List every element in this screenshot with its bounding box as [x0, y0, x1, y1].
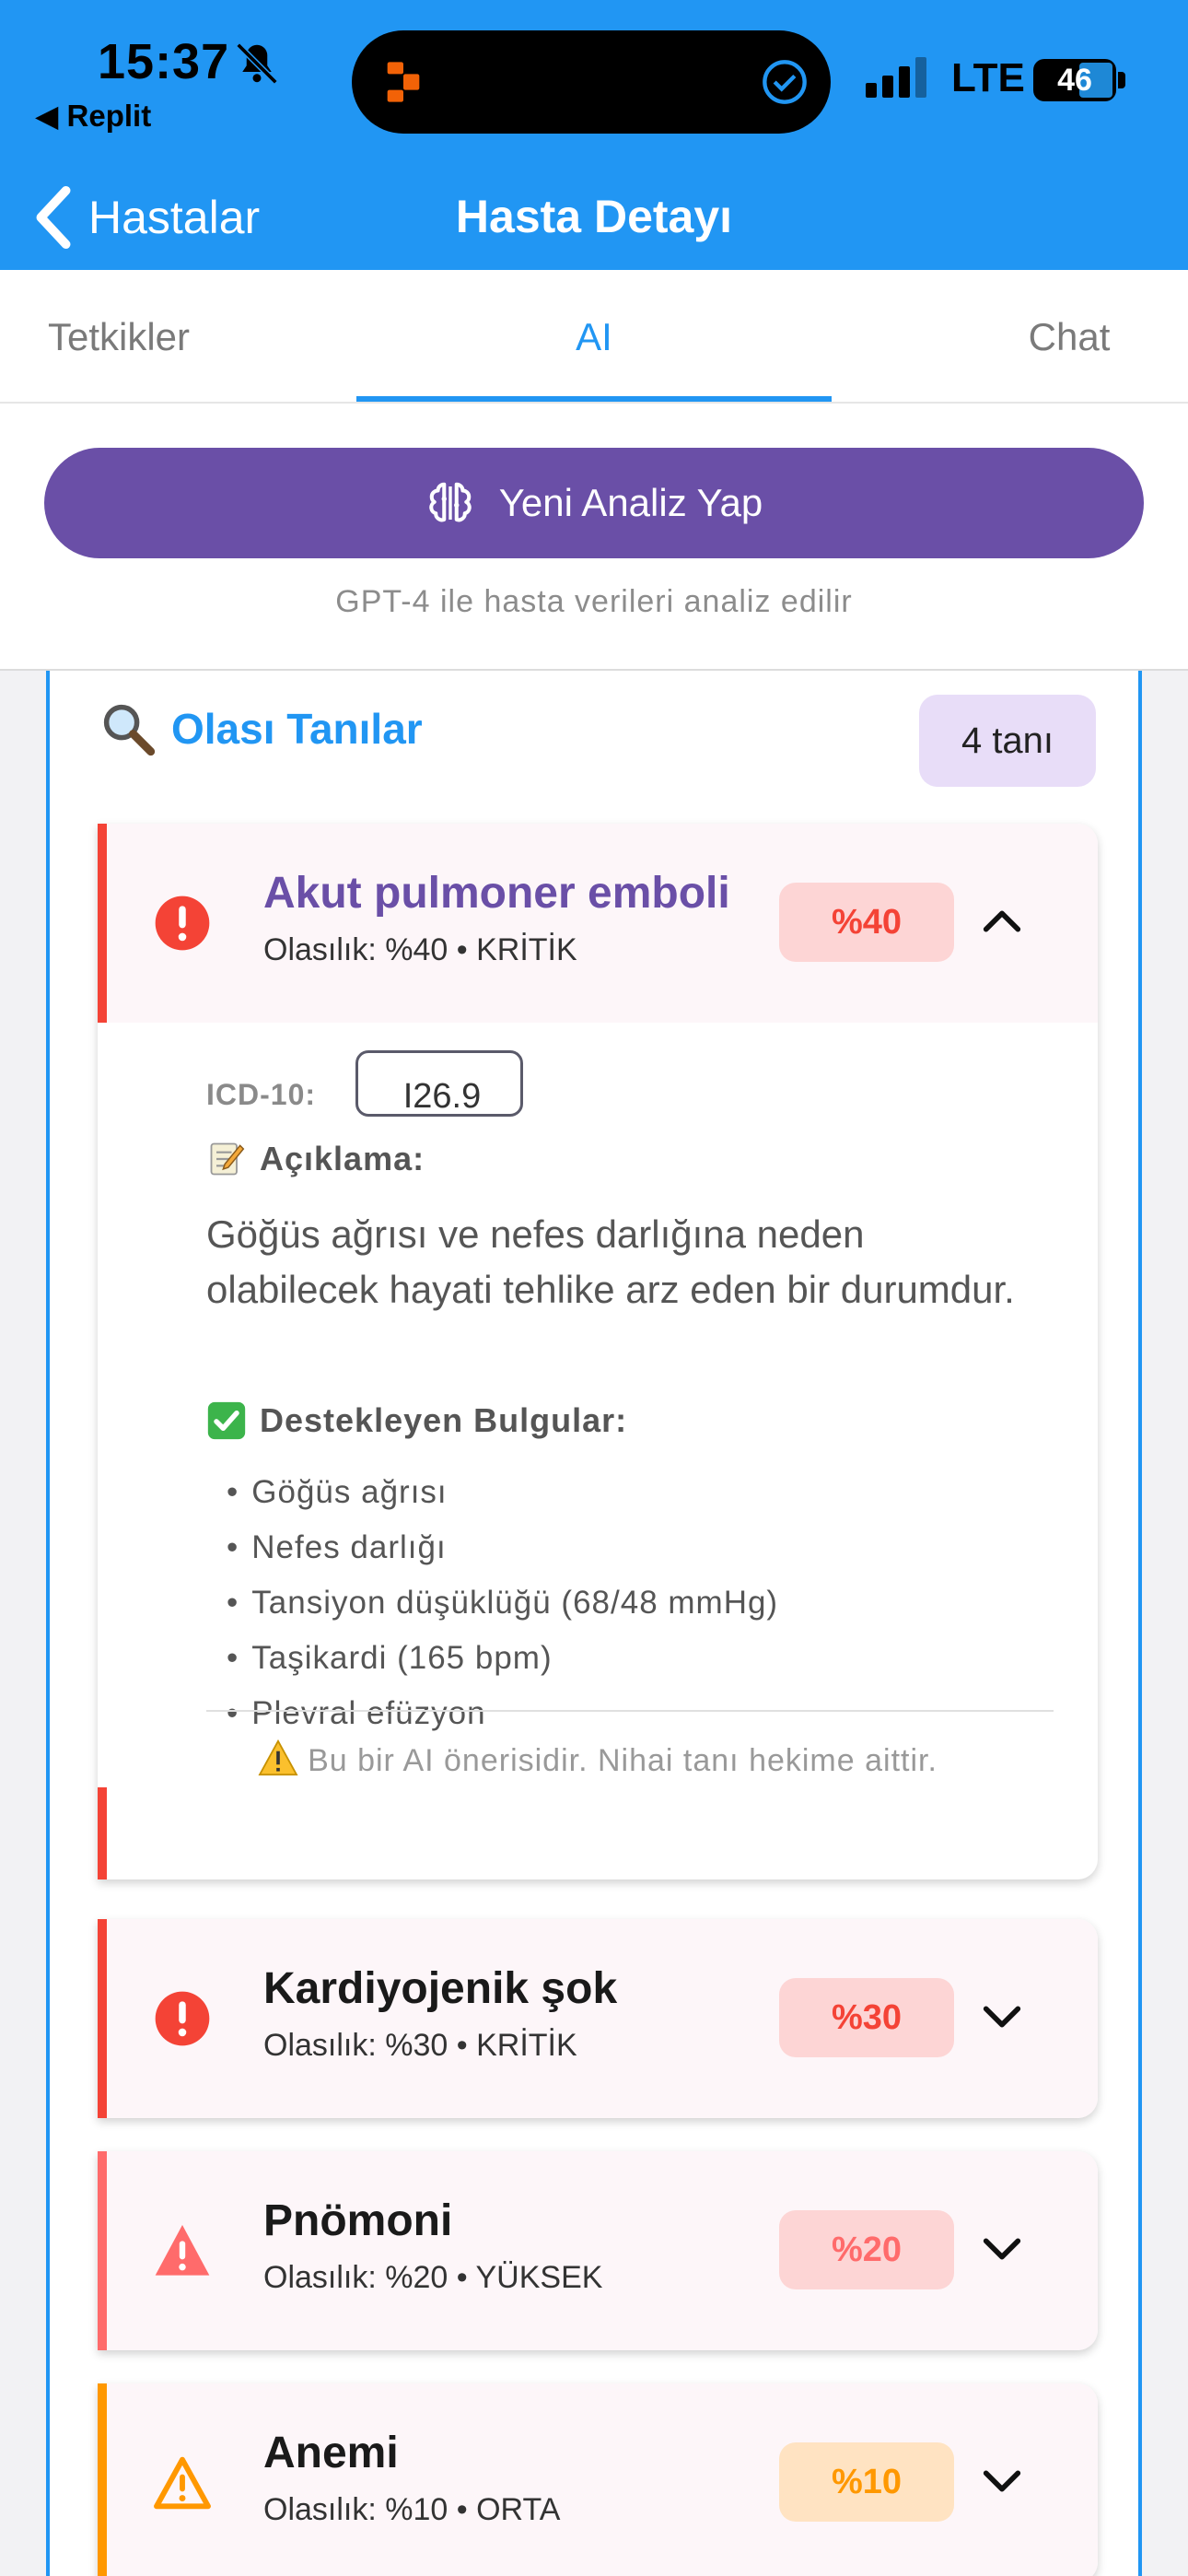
diagnoses-title: Olası Tanılar — [171, 705, 423, 753]
diagnosis-item[interactable]: Kardiyojenik şok Olasılık: %30 • KRİTİK … — [98, 1919, 1098, 2118]
dynamic-island — [352, 30, 831, 134]
icd-code-field: I26.9 — [355, 1050, 523, 1117]
magnifier-icon — [103, 704, 156, 756]
probability-badge: %30 — [779, 1978, 954, 2057]
tab-tetkikler[interactable]: Tetkikler — [0, 270, 238, 404]
active-tab-indicator — [356, 396, 832, 402]
diagnosis-details: ICD-10: I26.9 Açıklama: Göğüs ağrısı ve … — [98, 1023, 1098, 1787]
diagnosis-name: Kardiyojenik şok — [263, 1964, 618, 2013]
diagnosis-header[interactable]: Anemi Olasılık: %10 • ORTA %10 — [98, 2383, 1098, 2576]
diagnosis-name: Akut pulmoner emboli — [263, 869, 730, 918]
findings-title: Destekleyen Bulgular: — [260, 1401, 628, 1439]
chevron-down-icon[interactable] — [978, 1993, 1026, 2041]
finding-item: Nefes darlığı — [227, 1520, 778, 1575]
battery-tip — [1118, 72, 1125, 88]
warning-icon — [258, 1739, 298, 1776]
description-title: Açıklama: — [260, 1140, 425, 1177]
bell-muted-icon — [236, 42, 278, 85]
check-circle-icon — [763, 60, 807, 104]
finding-item: Tansiyon düşüklüğü (68/48 mmHg) — [227, 1575, 778, 1631]
alert-circle-icon — [155, 1991, 210, 2046]
diagnosis-item[interactable]: Pnömoni Olasılık: %20 • YÜKSEK %20 — [98, 2151, 1098, 2350]
ai-disclaimer-text: Bu bir AI önerisidir. Nihai tanı hekime … — [308, 1743, 938, 1778]
diagnosis-name: Pnömoni — [263, 2196, 453, 2245]
findings-list: Göğüs ağrısı Nefes darlığı Tansiyon düşü… — [227, 1465, 778, 1741]
diagnosis-name: Anemi — [263, 2429, 399, 2477]
chevron-down-icon[interactable] — [978, 2457, 1026, 2505]
back-to-app-link[interactable]: ◀ Replit — [35, 98, 151, 134]
check-mark-icon — [207, 1401, 246, 1440]
severity-bar — [98, 1919, 107, 2118]
diagnosis-item[interactable]: Anemi Olasılık: %10 • ORTA %10 — [98, 2383, 1098, 2576]
status-time: 15:37 — [98, 34, 230, 89]
diagnosis-description: Göğüs ağrısı ve nefes darlığına neden ol… — [206, 1212, 1015, 1311]
brain-icon — [429, 482, 472, 522]
icd-label: ICD-10: — [206, 1078, 317, 1111]
finding-item: Göğüs ağrısı — [227, 1465, 778, 1520]
tab-chat[interactable]: Chat — [950, 270, 1188, 404]
analyze-section: Yeni Analiz Yap GPT-4 ile hasta verileri… — [0, 404, 1188, 671]
new-analysis-button[interactable]: Yeni Analiz Yap — [44, 448, 1144, 558]
chevron-down-icon[interactable] — [978, 2225, 1026, 2273]
new-analysis-label: Yeni Analiz Yap — [498, 481, 763, 524]
diagnosis-header[interactable]: Akut pulmoner emboli Olasılık: %40 • KRİ… — [98, 824, 1098, 1023]
analysis-hint: GPT-4 ile hasta verileri analiz edilir — [335, 584, 853, 619]
probability-badge: %10 — [779, 2442, 954, 2522]
diagnosis-header[interactable]: Pnömoni Olasılık: %20 • YÜKSEK %20 — [98, 2151, 1098, 2350]
warning-triangle-outline-icon — [154, 2456, 211, 2510]
page-title: Hasta Detayı — [455, 191, 733, 242]
diagnosis-count-badge: 4 tanı — [919, 695, 1096, 787]
diagnosis-probability: Olasılık: %10 • ORTA — [263, 2492, 561, 2527]
warning-triangle-icon — [155, 2225, 210, 2276]
tab-bar: Tetkikler AI Chat — [0, 270, 1188, 404]
header-bar: 15:37 ◀ Replit LTE 46 Hastalar Hasta Det… — [0, 0, 1188, 270]
network-type: LTE — [951, 55, 1025, 100]
finding-item: Plevral efüzyon — [227, 1686, 778, 1741]
description-heading: Açıklama: — [206, 1139, 425, 1179]
replit-logo-icon — [387, 62, 420, 102]
icd-code: I26.9 — [402, 1077, 482, 1116]
diagnosis-item: Akut pulmoner emboli Olasılık: %40 • KRİ… — [98, 824, 1098, 1879]
finding-item: Taşikardi (165 bpm) — [227, 1631, 778, 1686]
divider — [206, 1710, 1054, 1712]
battery-level: 46 — [1057, 63, 1092, 98]
diagnosis-probability: Olasılık: %40 • KRİTİK — [263, 932, 577, 967]
diagnoses-header: Olası Tanılar — [98, 698, 423, 759]
probability-badge: %40 — [779, 883, 954, 962]
memo-icon — [210, 1142, 245, 1176]
chevron-up-icon[interactable] — [978, 897, 1026, 945]
battery-icon: 46 — [1033, 59, 1116, 101]
severity-bar — [98, 2151, 107, 2350]
alert-circle-icon — [155, 896, 210, 951]
probability-badge: %20 — [779, 2210, 954, 2289]
severity-bar — [98, 2383, 107, 2576]
findings-heading: Destekleyen Bulgular: — [206, 1400, 627, 1441]
diagnosis-probability: Olasılık: %30 • KRİTİK — [263, 2028, 577, 2063]
ai-disclaimer: Bu bir AI önerisidir. Nihai tanı hekime … — [98, 1739, 1098, 1779]
tab-ai[interactable]: AI — [356, 270, 832, 404]
diagnoses-card: Olası Tanılar 4 tanı Akut pulmoner embol… — [46, 671, 1142, 2576]
diagnosis-probability: Olasılık: %20 • YÜKSEK — [263, 2260, 603, 2295]
signal-icon — [866, 57, 926, 98]
diagnosis-header[interactable]: Kardiyojenik şok Olasılık: %30 • KRİTİK … — [98, 1919, 1098, 2118]
